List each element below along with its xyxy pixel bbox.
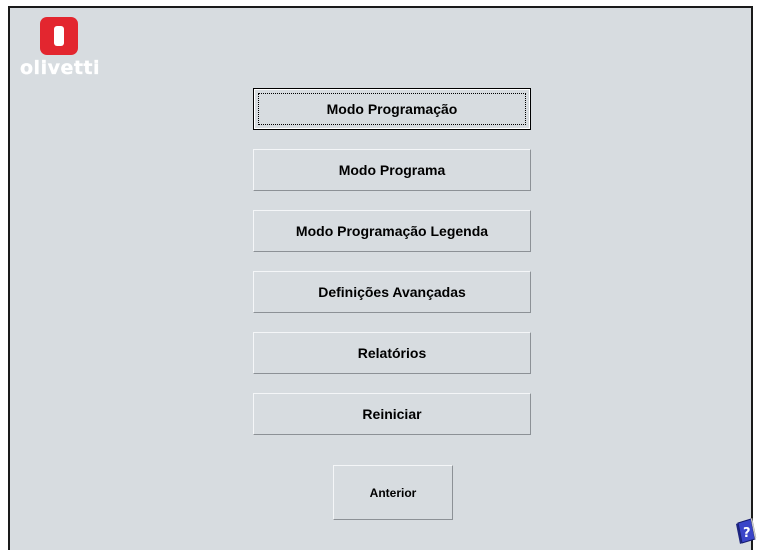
anterior-button[interactable]: Anterior [333, 465, 453, 520]
modo-programacao-legenda-button[interactable]: Modo Programação Legenda [253, 210, 531, 252]
button-label: Modo Programação [326, 101, 458, 117]
button-label: Modo Programação Legenda [295, 223, 489, 239]
logo-wordmark: olivetti [20, 57, 101, 79]
help-book-graphic: ? [736, 517, 757, 544]
button-label: Relatórios [357, 345, 427, 361]
help-book-icon[interactable]: ? [734, 517, 758, 545]
reiniciar-button[interactable]: Reiniciar [253, 393, 531, 435]
modo-programacao-button[interactable]: Modo Programação [253, 88, 531, 130]
svg-text:?: ? [743, 526, 751, 541]
definicoes-avancadas-button[interactable]: Definições Avançadas [253, 271, 531, 313]
relatorios-button[interactable]: Relatórios [253, 332, 531, 374]
button-label: Modo Programa [338, 162, 446, 178]
modo-programa-button[interactable]: Modo Programa [253, 149, 531, 191]
olivetti-badge-icon [40, 17, 78, 55]
olivetti-logo: olivetti [20, 17, 101, 79]
app-window: olivetti Modo Programação Modo Programa … [0, 0, 759, 550]
button-label: Definições Avançadas [318, 284, 466, 300]
button-label: Reiniciar [362, 406, 422, 422]
main-panel: olivetti Modo Programação Modo Programa … [8, 6, 757, 550]
button-label: Anterior [369, 485, 417, 500]
